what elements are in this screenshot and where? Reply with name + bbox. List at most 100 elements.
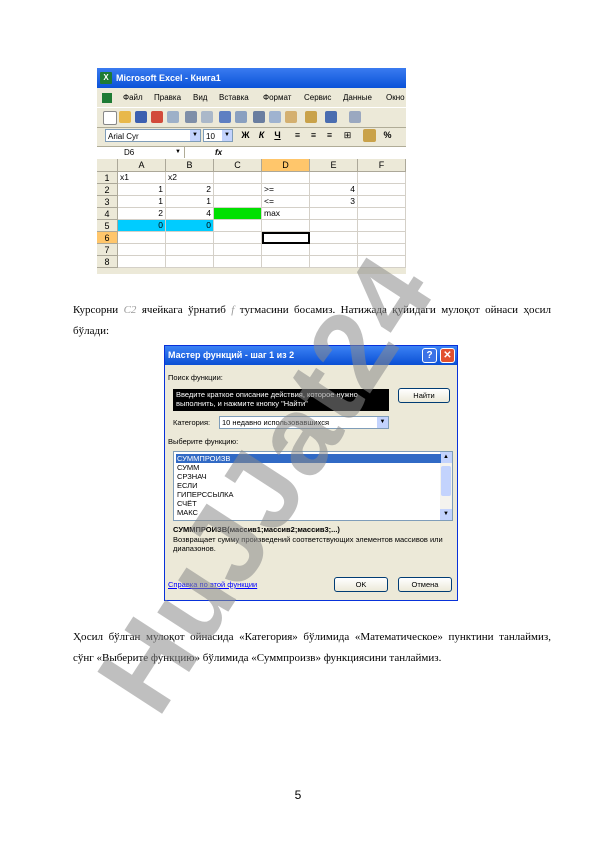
help-button[interactable]: ?: [422, 348, 437, 363]
cell-e7[interactable]: [310, 244, 358, 256]
cell-a8[interactable]: [118, 256, 166, 268]
function-list-item[interactable]: ЕСЛИ: [176, 481, 441, 490]
cell-f2[interactable]: [358, 184, 406, 196]
cell-b1[interactable]: x2: [166, 172, 214, 184]
find-button[interactable]: Найти: [398, 388, 450, 403]
format-painter-icon[interactable]: [305, 111, 317, 123]
cell-b4[interactable]: 4: [166, 208, 214, 220]
cell-a5[interactable]: 0: [118, 220, 166, 232]
column-header-c[interactable]: C: [214, 159, 262, 172]
cell-d8[interactable]: [262, 256, 310, 268]
column-header-e[interactable]: E: [310, 159, 358, 172]
row-header-2[interactable]: 2: [97, 184, 118, 196]
function-list-item[interactable]: СУММ: [176, 463, 441, 472]
font-size-combo[interactable]: 10 ▼: [203, 129, 233, 142]
function-list-item[interactable]: ГИПЕРССЫЛКА: [176, 490, 441, 499]
cell-e5[interactable]: [310, 220, 358, 232]
menu-tools[interactable]: Сервис: [304, 90, 331, 106]
scroll-thumb[interactable]: [441, 466, 451, 496]
cell-b2[interactable]: 2: [166, 184, 214, 196]
cell-f3[interactable]: [358, 196, 406, 208]
cell-c6[interactable]: [214, 232, 262, 244]
align-center-icon[interactable]: ≡: [307, 129, 320, 142]
print-icon[interactable]: [185, 111, 197, 123]
cell-c3[interactable]: [214, 196, 262, 208]
copy-icon[interactable]: [269, 111, 281, 123]
cell-b6[interactable]: [166, 232, 214, 244]
cell-a3[interactable]: 1: [118, 196, 166, 208]
column-header-a[interactable]: A: [118, 159, 166, 172]
new-icon[interactable]: [103, 111, 117, 125]
close-button[interactable]: ✕: [440, 348, 455, 363]
ok-button[interactable]: OK: [334, 577, 388, 592]
cell-e4[interactable]: [310, 208, 358, 220]
row-header-7[interactable]: 7: [97, 244, 118, 256]
save-icon[interactable]: [135, 111, 147, 123]
menu-data[interactable]: Данные: [343, 90, 372, 106]
cell-c8[interactable]: [214, 256, 262, 268]
cell-d1[interactable]: [262, 172, 310, 184]
font-name-combo[interactable]: Arial Cyr ▼: [105, 129, 201, 142]
insert-function-button[interactable]: fx: [215, 147, 222, 158]
cell-f8[interactable]: [358, 256, 406, 268]
column-header-b[interactable]: B: [166, 159, 214, 172]
cell-c1[interactable]: [214, 172, 262, 184]
help-link[interactable]: Справка по этой функции: [168, 580, 257, 589]
cell-f1[interactable]: [358, 172, 406, 184]
menu-edit[interactable]: Правка: [154, 90, 181, 106]
row-header-1[interactable]: 1: [97, 172, 118, 184]
cell-d6[interactable]: [262, 232, 310, 244]
scroll-up-icon[interactable]: ▲: [440, 452, 452, 463]
italic-button[interactable]: К: [255, 129, 268, 142]
function-list-item[interactable]: СУММПРОИЗВ: [176, 454, 441, 463]
function-list-item[interactable]: СРЗНАЧ: [176, 472, 441, 481]
spelling-icon[interactable]: [219, 111, 231, 123]
cancel-button[interactable]: Отмена: [398, 577, 452, 592]
undo-icon[interactable]: [325, 111, 337, 123]
cell-b8[interactable]: [166, 256, 214, 268]
cell-e8[interactable]: [310, 256, 358, 268]
email-icon[interactable]: [167, 111, 179, 123]
permission-icon[interactable]: [151, 111, 163, 123]
redo-icon[interactable]: [349, 111, 361, 123]
cell-b5[interactable]: 0: [166, 220, 214, 232]
function-listbox[interactable]: ▲ ▼ СУММПРОИЗВ СУММ СРЗНАЧ ЕСЛИ ГИПЕРССЫЛКА С…: [173, 451, 453, 521]
cell-d5[interactable]: [262, 220, 310, 232]
cell-f7[interactable]: [358, 244, 406, 256]
menu-view[interactable]: Вид: [193, 90, 207, 106]
row-header-3[interactable]: 3: [97, 196, 118, 208]
bold-button[interactable]: Ж: [239, 129, 252, 142]
row-header-4[interactable]: 4: [97, 208, 118, 220]
cell-c5[interactable]: [214, 220, 262, 232]
row-header-5[interactable]: 5: [97, 220, 118, 232]
cell-b7[interactable]: [166, 244, 214, 256]
cell-a1[interactable]: x1: [118, 172, 166, 184]
merge-center-icon[interactable]: ⊞: [341, 129, 354, 142]
cell-a2[interactable]: 1: [118, 184, 166, 196]
cell-e2[interactable]: 4: [310, 184, 358, 196]
menu-file[interactable]: Файл: [123, 90, 143, 106]
print-preview-icon[interactable]: [201, 111, 213, 123]
cell-d2[interactable]: >=: [262, 184, 310, 196]
row-header-8[interactable]: 8: [97, 256, 118, 268]
function-list-item[interactable]: СЧЁТ: [176, 499, 441, 508]
chevron-down-icon[interactable]: ▼: [190, 130, 200, 141]
cell-e1[interactable]: [310, 172, 358, 184]
row-header-6[interactable]: 6: [97, 232, 118, 244]
open-icon[interactable]: [119, 111, 131, 123]
category-select[interactable]: 10 недавно использовавшихся ▼: [219, 416, 389, 429]
cell-f5[interactable]: [358, 220, 406, 232]
menu-format[interactable]: Формат: [263, 90, 291, 106]
cell-d4[interactable]: max: [262, 208, 310, 220]
paste-icon[interactable]: [285, 111, 297, 123]
column-header-d[interactable]: D: [262, 159, 310, 172]
cell-c2[interactable]: [214, 184, 262, 196]
research-icon[interactable]: [235, 111, 247, 123]
cell-e6[interactable]: [310, 232, 358, 244]
cell-f4[interactable]: [358, 208, 406, 220]
cell-f6[interactable]: [358, 232, 406, 244]
cell-d3[interactable]: <=: [262, 196, 310, 208]
menu-insert[interactable]: Вставка: [219, 90, 249, 106]
chevron-down-icon[interactable]: ▼: [175, 147, 181, 158]
cell-a7[interactable]: [118, 244, 166, 256]
